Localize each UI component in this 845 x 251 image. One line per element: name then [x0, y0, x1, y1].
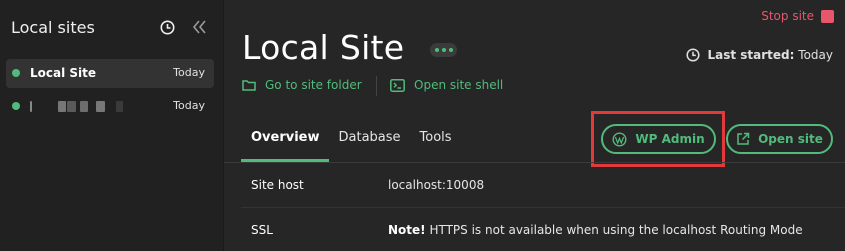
tab-tools[interactable]: Tools	[410, 124, 461, 162]
running-status-dot	[12, 69, 20, 77]
go-to-site-folder-label: Go to site folder	[265, 78, 362, 92]
stop-site-button[interactable]: Stop site	[761, 8, 834, 24]
site-date: Today	[173, 99, 205, 112]
ssl-label: SSL	[251, 223, 273, 237]
open-site-shell-link[interactable]: Open site shell	[390, 78, 503, 92]
folder-icon	[242, 80, 256, 91]
collapse-sidebar-icon[interactable]	[191, 19, 207, 35]
tab-database[interactable]: Database	[329, 124, 410, 162]
last-started-value: Today	[798, 48, 833, 62]
clock-icon[interactable]	[160, 20, 175, 35]
page-title: Local Site	[242, 28, 405, 67]
main-panel: Stop site Local Site Last started: Today…	[224, 0, 845, 251]
terminal-icon	[390, 78, 405, 92]
open-site-label: Open site	[758, 132, 823, 146]
redacted-name-part	[67, 101, 76, 112]
stop-icon	[821, 9, 834, 23]
running-status-dot	[12, 102, 20, 110]
site-list-item-redacted[interactable]: Today	[6, 92, 214, 121]
highlight-box	[591, 111, 725, 167]
ssl-note-text: HTTPS is not available when using the lo…	[425, 223, 803, 237]
ssl-note-label: Note!	[388, 223, 426, 237]
site-host-value: localhost:10008	[388, 178, 485, 192]
last-started: Last started: Today	[686, 48, 833, 62]
redacted-name-part	[58, 101, 66, 112]
ssl-value: Note! HTTPS is not available when using …	[388, 223, 803, 237]
site-host-label: Site host	[251, 178, 304, 192]
site-list-item-local-site[interactable]: Local Site Today	[6, 59, 214, 88]
sidebar-title: Local sites	[11, 18, 95, 37]
tab-bar: Overview Database Tools	[241, 124, 461, 162]
divider	[376, 76, 377, 96]
go-to-site-folder-link[interactable]: Go to site folder	[242, 78, 362, 92]
tab-overview[interactable]: Overview	[241, 124, 329, 162]
redacted-name-part	[80, 101, 88, 112]
sidebar: Local sites Local Site Today Today	[0, 0, 224, 251]
external-link-icon	[737, 132, 750, 145]
redacted-name	[30, 101, 32, 112]
open-site-button[interactable]: Open site	[726, 124, 833, 154]
stop-site-label: Stop site	[761, 9, 814, 23]
open-site-shell-label: Open site shell	[414, 78, 504, 92]
clock-icon	[686, 48, 701, 62]
site-name: Local Site	[30, 66, 97, 80]
ssl-row: SSL Note! HTTPS is not available when us…	[224, 208, 845, 251]
redacted-name-part	[96, 101, 105, 112]
last-started-label: Last started:	[707, 48, 795, 62]
redacted-name-part	[116, 101, 123, 112]
more-options-icon[interactable]	[430, 43, 457, 57]
site-date: Today	[173, 66, 205, 79]
site-host-row: Site host localhost:10008	[224, 163, 845, 207]
